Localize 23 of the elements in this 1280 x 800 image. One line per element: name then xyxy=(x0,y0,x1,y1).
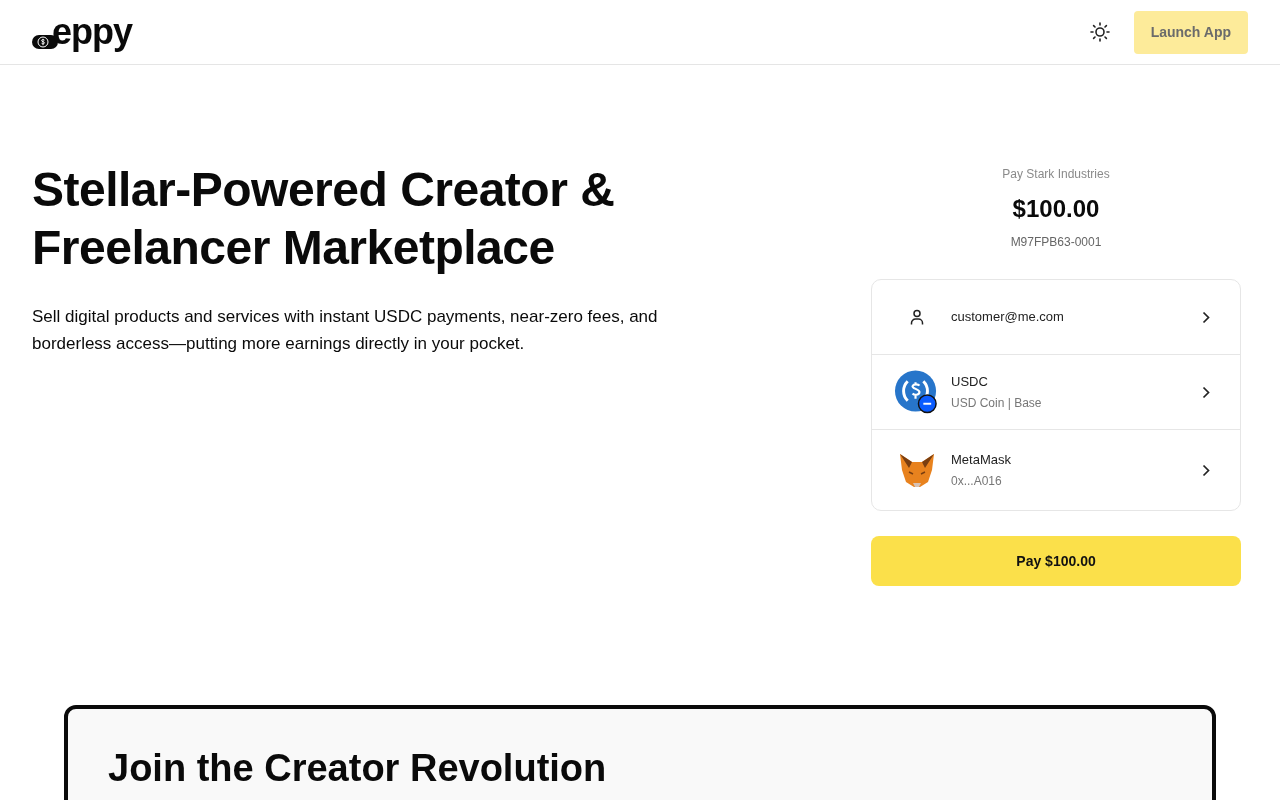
option-subtitle: 0x...A016 xyxy=(951,473,1003,491)
sun-icon[interactable] xyxy=(1089,22,1110,42)
hero-subtitle: Sell digital products and services with instant USDC payments, near-zero fees, and borderless access—putting more earnings directly in your pocket. xyxy=(32,306,659,355)
pay-button[interactable]: Pay $100.00 xyxy=(871,536,1241,586)
payee-label: Pay Stark Industries xyxy=(1002,166,1110,183)
option-title: MetaMask xyxy=(951,450,1012,469)
launch-app-button[interactable]: Launch App xyxy=(1133,10,1248,54)
cta-title: Join the Creator Revolution xyxy=(108,746,608,791)
option-title: USDC xyxy=(951,372,989,391)
payment-option-row[interactable]: USDC USD Coin | Base xyxy=(872,355,1240,430)
chevron-right-icon xyxy=(1202,385,1210,399)
coin-icon xyxy=(894,369,939,415)
person-icon xyxy=(909,309,924,325)
payment-option-row[interactable]: customer@me.com xyxy=(872,280,1240,355)
reference-number: M97FPB63-0001 xyxy=(1010,234,1102,251)
chevron-right-icon xyxy=(1202,310,1210,324)
chevron-right-icon xyxy=(1202,463,1210,477)
hero-title: Stellar-Powered Creator & Freelancer Marketplace xyxy=(32,162,616,276)
payment-option-row[interactable]: MetaMask 0x...A016 xyxy=(872,430,1240,510)
option-subtitle: USD Coin | Base xyxy=(951,395,1043,413)
logo[interactable]: eppy xyxy=(52,14,133,50)
amount: $100.00 xyxy=(1012,194,1100,224)
option-title: customer@me.com xyxy=(951,308,1065,327)
